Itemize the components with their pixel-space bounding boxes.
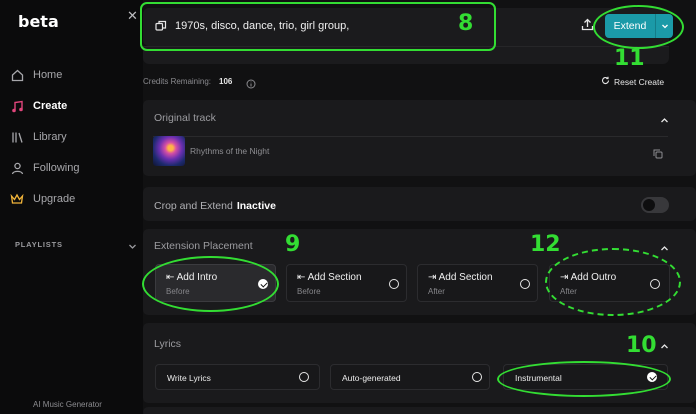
crop-extend-title: Crop and Extend <box>154 200 233 212</box>
chevron-up-icon[interactable] <box>660 338 669 356</box>
refresh-icon <box>601 76 610 87</box>
crop-extend-toggle[interactable] <box>641 197 669 213</box>
sidebar-item-label: Upgrade <box>33 193 76 205</box>
crop-extend-label: Crop and Extend Inactive <box>154 200 276 212</box>
sidebar-item-label: Following <box>33 162 80 174</box>
chevron-up-icon[interactable] <box>660 240 669 258</box>
library-icon <box>10 130 24 144</box>
lyrics-option-auto[interactable]: Auto-generated <box>330 364 490 390</box>
annotation-ellipse-extend <box>593 5 684 49</box>
chevron-up-icon[interactable] <box>660 112 669 130</box>
original-track-title: Original track <box>154 112 216 124</box>
sidebar-item-following[interactable]: Following <box>10 161 79 175</box>
annotation-ellipse-instrumental <box>497 361 671 397</box>
logo-sub: beta <box>18 12 59 31</box>
sidebar-item-library[interactable]: Library <box>10 130 67 144</box>
radio-icon[interactable] <box>299 372 309 382</box>
track-artwork[interactable] <box>153 136 185 166</box>
reset-create-button[interactable]: Reset Create <box>601 76 664 87</box>
radio-icon[interactable] <box>389 279 399 289</box>
annotation-number-9: 9 <box>285 232 301 257</box>
next-panel <box>143 407 696 414</box>
annotation-number-10: 10 <box>626 333 657 358</box>
crop-extend-state: Inactive <box>236 200 276 212</box>
credits-value: 106 <box>219 77 233 86</box>
option-label: Write Lyrics <box>167 373 211 383</box>
sidebar-item-upgrade[interactable]: Upgrade <box>10 192 75 206</box>
annotation-number-12: 12 <box>530 232 561 257</box>
option-text: Add Section <box>438 272 493 283</box>
option-sub: Before <box>297 287 321 296</box>
footer-tagline: AI Music Generator <box>33 400 102 409</box>
option-label: Auto-generated <box>342 373 401 383</box>
sidebar-item-label: Create <box>33 100 68 112</box>
annotation-ellipse-outro <box>545 248 681 316</box>
credits-remaining: Credits Remaining: 106 <box>143 77 232 86</box>
option-add-section-before[interactable]: ⇤ Add Section Before <box>286 264 407 302</box>
annotation-number-11: 11 <box>614 46 645 71</box>
radio-icon[interactable] <box>472 372 482 382</box>
person-icon <box>10 161 24 175</box>
sidebar-item-label: Library <box>33 131 67 143</box>
option-add-section-after[interactable]: ⇥ Add Section After <box>417 264 538 302</box>
option-label: ⇤ Add Section <box>297 272 362 283</box>
sidebar-item-create[interactable]: Create <box>10 99 67 113</box>
option-text: Add Section <box>307 272 362 283</box>
reset-create-label: Reset Create <box>614 76 665 87</box>
crown-icon <box>10 192 24 206</box>
lyrics-option-write[interactable]: Write Lyrics <box>155 364 320 390</box>
credits-label: Credits Remaining: <box>143 77 212 86</box>
sidebar-item-home[interactable]: Home <box>10 68 62 82</box>
home-icon <box>10 68 24 82</box>
lyrics-title: Lyrics <box>154 338 182 350</box>
annotation-box-prompt <box>140 2 496 51</box>
close-icon[interactable]: ✕ <box>127 8 138 24</box>
copy-icon[interactable] <box>653 146 663 164</box>
playlists-heading: PLAYLISTS <box>15 240 63 249</box>
sidebar-item-label: Home <box>33 69 63 81</box>
toggle-knob <box>643 199 655 211</box>
info-icon[interactable] <box>246 76 256 94</box>
annotation-ellipse-intro <box>142 256 279 312</box>
option-sub: After <box>428 287 445 296</box>
annotation-number-8: 8 <box>458 11 474 36</box>
sidebar: udiobeta Home Create Library Following U… <box>0 0 696 414</box>
chevron-down-icon[interactable] <box>128 238 137 256</box>
udio-logo[interactable]: udiobeta <box>16 12 696 414</box>
extension-placement-title: Extension Placement <box>154 240 253 252</box>
music-note-icon <box>10 99 24 113</box>
radio-icon[interactable] <box>520 279 530 289</box>
track-name[interactable]: Rhythms of the Night <box>190 146 269 156</box>
option-label: ⇥ Add Section <box>428 272 493 283</box>
